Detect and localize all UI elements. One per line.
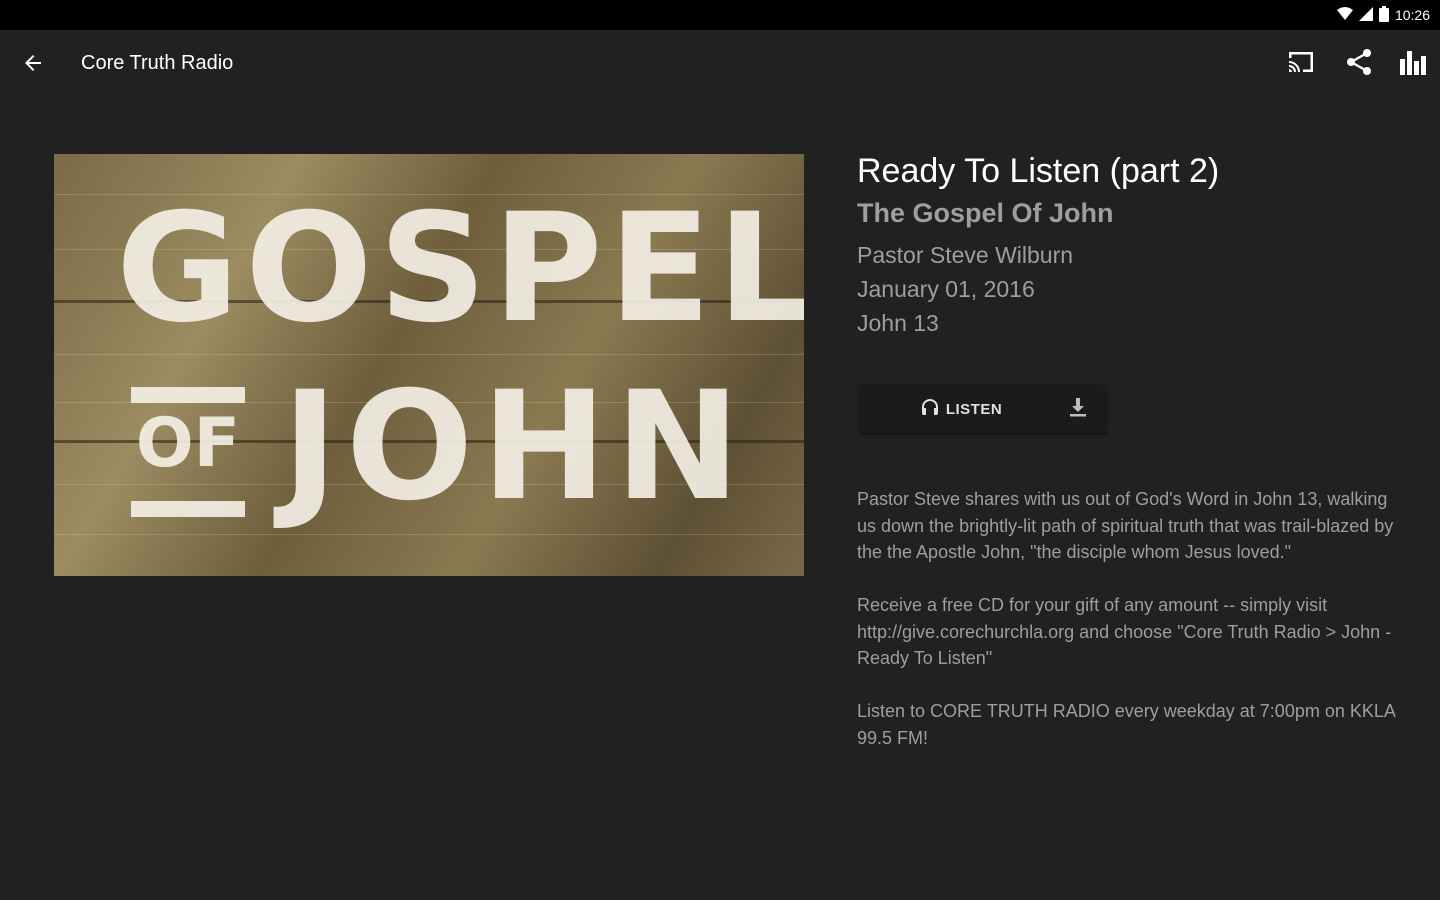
listen-button[interactable]: LISTEN bbox=[861, 385, 1061, 433]
wifi-icon bbox=[1336, 6, 1353, 24]
share-icon bbox=[1345, 48, 1373, 81]
episode-actions: LISTEN bbox=[861, 385, 1106, 433]
listen-label: LISTEN bbox=[945, 400, 1003, 418]
headphones-icon bbox=[920, 397, 940, 422]
download-button[interactable] bbox=[1058, 389, 1098, 429]
scripture-passage: John 13 bbox=[857, 310, 939, 336]
status-bar: 10:26 bbox=[0, 0, 1440, 30]
speaker-name: Pastor Steve Wilburn bbox=[857, 242, 1074, 268]
series-artwork: GOSPEL OF JOHN bbox=[54, 154, 804, 576]
cast-icon bbox=[1287, 50, 1315, 79]
episode-date: January 01, 2016 bbox=[857, 276, 1035, 302]
episode-title: Ready To Listen (part 2) bbox=[857, 152, 1220, 190]
signal-icon bbox=[1358, 6, 1373, 24]
download-icon bbox=[1068, 396, 1088, 423]
description-paragraph: Receive a free CD for your gift of any a… bbox=[857, 595, 1392, 668]
description-paragraph: Listen to CORE TRUTH RADIO every weekday… bbox=[857, 701, 1395, 748]
battery-icon bbox=[1378, 5, 1389, 25]
artwork-title-john: JOHN bbox=[282, 360, 749, 534]
equalizer-icon bbox=[1399, 49, 1427, 80]
description-paragraph: Pastor Steve shares with us out of God's… bbox=[857, 489, 1394, 562]
artwork-bar-bottom bbox=[131, 501, 245, 517]
cast-button[interactable] bbox=[1281, 44, 1321, 84]
arrow-back-icon bbox=[21, 51, 45, 80]
episode-info: Ready To Listen (part 2) The Gospel Of J… bbox=[857, 150, 1397, 340]
status-icons: 10:26 bbox=[1336, 0, 1430, 30]
artwork-title-gospel: GOSPEL bbox=[116, 182, 804, 356]
share-button[interactable] bbox=[1339, 44, 1379, 84]
app-toolbar: Core Truth Radio bbox=[0, 30, 1440, 100]
equalizer-button[interactable] bbox=[1393, 44, 1433, 84]
artwork-title-of: OF bbox=[135, 404, 241, 483]
status-time: 10:26 bbox=[1394, 7, 1430, 23]
episode-description: Pastor Steve shares with us out of God's… bbox=[857, 486, 1397, 778]
series-title: The Gospel Of John bbox=[857, 198, 1114, 228]
back-button[interactable] bbox=[12, 44, 54, 86]
toolbar-title: Core Truth Radio bbox=[81, 52, 234, 74]
artwork-bar-top bbox=[131, 387, 245, 403]
